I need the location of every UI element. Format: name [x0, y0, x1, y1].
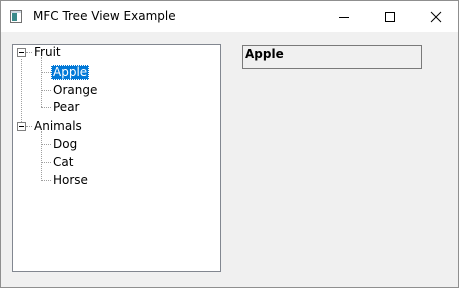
tree-connector: [21, 59, 22, 130]
tree-connector: [41, 162, 51, 163]
selected-item-text: Apple: [245, 47, 284, 61]
title-bar[interactable]: MFC Tree View Example: [1, 1, 458, 32]
minimize-button[interactable]: [321, 1, 367, 32]
tree-view[interactable]: Fruit Apple Orange Pear Animals Dog Cat …: [12, 44, 221, 272]
close-button[interactable]: [413, 1, 459, 32]
selected-item-display: Apple: [242, 45, 422, 69]
main-window: MFC Tree View Example Fruit Apple Orange…: [0, 0, 459, 288]
maximize-icon: [385, 12, 395, 22]
tree-item-horse[interactable]: Horse: [51, 173, 90, 188]
tree-connector: [41, 180, 51, 181]
tree-item-dog[interactable]: Dog: [51, 137, 79, 152]
tree-connector: [41, 144, 51, 145]
tree-connector: [41, 107, 51, 108]
minimize-icon: [339, 17, 349, 18]
tree-item-animals[interactable]: Animals: [32, 119, 84, 134]
maximize-button[interactable]: [367, 1, 413, 32]
tree-item-fruit[interactable]: Fruit: [32, 45, 63, 60]
collapse-icon[interactable]: [17, 48, 26, 57]
tree-item-pear[interactable]: Pear: [51, 100, 81, 115]
collapse-icon[interactable]: [17, 122, 26, 131]
window-title: MFC Tree View Example: [33, 9, 176, 23]
tree-connector: [41, 57, 42, 107]
tree-connector: [41, 72, 51, 73]
tree-item-orange[interactable]: Orange: [51, 83, 99, 98]
close-icon: [430, 11, 442, 23]
tree-item-cat[interactable]: Cat: [51, 155, 75, 170]
tree-item-apple[interactable]: Apple: [51, 65, 90, 80]
tree-connector: [41, 90, 51, 91]
app-icon[interactable]: [10, 10, 22, 23]
tree-connector: [41, 131, 42, 181]
